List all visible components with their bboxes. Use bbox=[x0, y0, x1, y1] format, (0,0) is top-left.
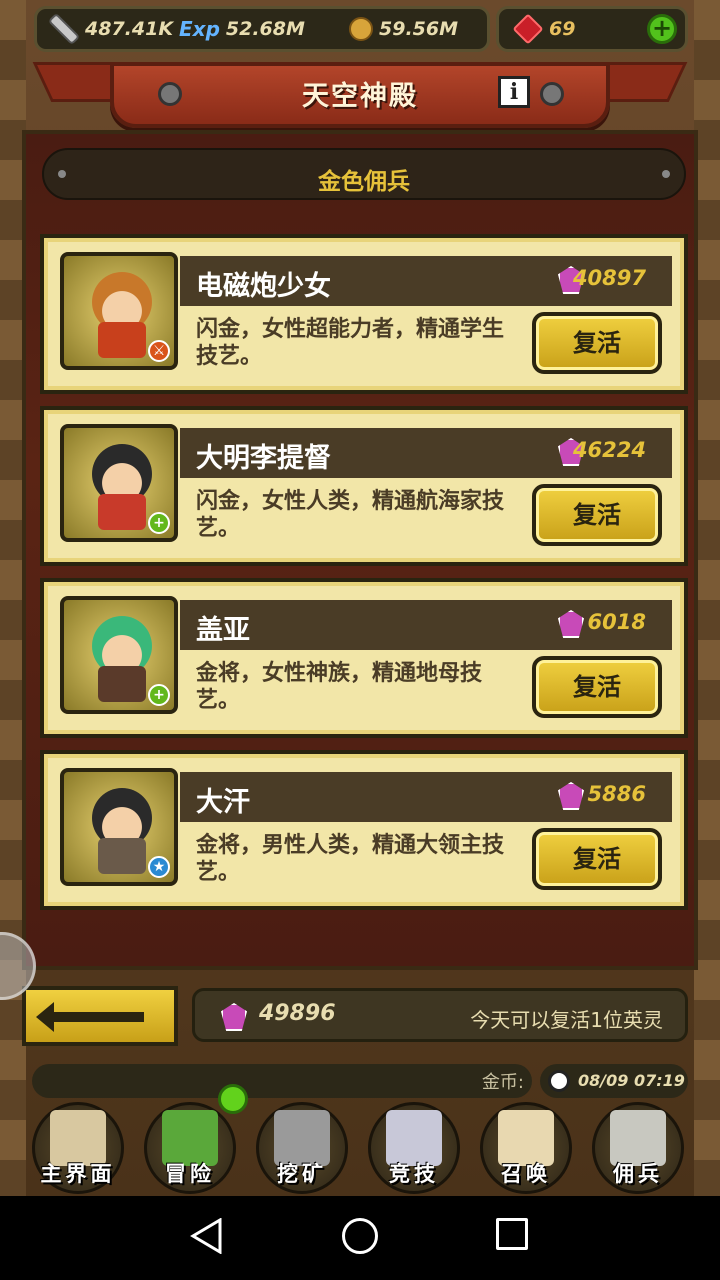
plus-badge-icon: + bbox=[148, 684, 170, 706]
hero-card: ★ 大汗 5886 金将，男性人类，精通大领主技艺。 复活 bbox=[40, 750, 688, 910]
nav-label: 召唤 bbox=[501, 1162, 551, 1186]
hero-name-bar: 大明李提督 46224 bbox=[180, 428, 672, 478]
nav-item[interactable]: 主界面 bbox=[22, 1096, 134, 1196]
gem-resource: 69 bbox=[512, 9, 576, 49]
coin-icon bbox=[349, 17, 373, 41]
hero-body bbox=[98, 666, 146, 702]
dot-icon bbox=[662, 170, 670, 178]
exp-resource: Exp 52.68M bbox=[179, 9, 305, 49]
nav-label: 冒险 bbox=[165, 1162, 215, 1186]
hero-name-bar: 大汗 5886 bbox=[180, 772, 672, 822]
plus-badge-icon: + bbox=[148, 512, 170, 534]
nav-item[interactable]: 佣兵 bbox=[582, 1096, 694, 1196]
nav-item[interactable]: 竞技 bbox=[358, 1096, 470, 1196]
gem-summary-bar: 49896 今天可以复活1位英灵 bbox=[192, 988, 688, 1042]
sword-icon bbox=[50, 15, 78, 43]
gold-label: 金币: bbox=[481, 1072, 524, 1093]
revive-cost: 46224 bbox=[572, 438, 646, 462]
nav-label: 挖矿 bbox=[277, 1162, 327, 1186]
hero-portrait[interactable]: ⚔ bbox=[60, 252, 178, 370]
hero-description: 闪金，女性人类，精通航海家技艺。 bbox=[196, 489, 505, 541]
hero-body bbox=[98, 838, 146, 874]
revive-button[interactable]: 复活 bbox=[532, 656, 662, 718]
hero-name-bar: 电磁炮少女 40897 bbox=[180, 256, 672, 306]
clock-icon bbox=[548, 1070, 570, 1092]
hero-name: 电磁炮少女 bbox=[196, 271, 331, 302]
exp-value: 52.68M bbox=[225, 18, 305, 40]
system-recents-icon[interactable] bbox=[496, 1218, 528, 1250]
hero-name: 大汗 bbox=[196, 787, 250, 818]
gold-value: 59.56M bbox=[379, 18, 459, 40]
purple-gem-icon bbox=[558, 782, 584, 810]
revive-button[interactable]: 复活 bbox=[532, 484, 662, 546]
back-arrow-icon bbox=[36, 1002, 144, 1032]
back-button[interactable] bbox=[22, 986, 178, 1046]
hero-card: + 盖亚 6018 金将，女性神族，精通地母技艺。 复活 bbox=[40, 578, 688, 738]
hero-portrait[interactable]: ★ bbox=[60, 768, 178, 886]
gold-strip: 金币: bbox=[32, 1064, 532, 1098]
revive-cost: 6018 bbox=[587, 610, 646, 634]
title-banner: 天空神殿 i bbox=[110, 62, 610, 128]
game-screen: 487.41K Exp 52.68M 59.56M 69 + 天空神殿 i 金色… bbox=[0, 0, 720, 1196]
system-back-icon[interactable] bbox=[190, 1218, 224, 1254]
rivet-icon bbox=[540, 82, 564, 106]
resource-bar: 487.41K Exp 52.68M 59.56M bbox=[34, 6, 490, 52]
red-gem-icon bbox=[512, 13, 544, 45]
star-badge-icon: ★ bbox=[148, 856, 170, 878]
nav-label: 竞技 bbox=[389, 1162, 439, 1186]
gold-resource: 59.56M bbox=[349, 9, 458, 49]
nav-item[interactable]: 挖矿 bbox=[246, 1096, 358, 1196]
hero-name-bar: 盖亚 6018 bbox=[180, 600, 672, 650]
hero-portrait[interactable]: + bbox=[60, 424, 178, 542]
revive-button[interactable]: 复活 bbox=[532, 828, 662, 890]
hero-body bbox=[98, 494, 146, 530]
revive-cost: 40897 bbox=[572, 266, 646, 290]
revive-limit-note: 今天可以复活1位英灵 bbox=[470, 1008, 663, 1032]
hero-description: 金将，男性人类，精通大领主技艺。 bbox=[196, 833, 505, 885]
gem-total: 49896 bbox=[259, 1001, 336, 1026]
clock-bar: 08/09 07:19 bbox=[540, 1064, 688, 1098]
category-title: 金色佣兵 bbox=[318, 169, 410, 195]
sword-badge-icon: ⚔ bbox=[148, 340, 170, 362]
nav-label: 主界面 bbox=[40, 1162, 116, 1186]
clock-time: 08/09 07:19 bbox=[578, 1071, 685, 1090]
hero-portrait[interactable]: + bbox=[60, 596, 178, 714]
revive-cost: 5886 bbox=[587, 782, 646, 806]
hero-description: 金将，女性神族，精通地母技艺。 bbox=[196, 661, 483, 713]
hero-body bbox=[98, 322, 146, 358]
page-title: 天空神殿 bbox=[302, 81, 418, 112]
hero-description: 闪金，女性超能力者，精通学生技艺。 bbox=[196, 317, 505, 369]
hero-list-panel: 金色佣兵 ⚔ 电磁炮少女 40897 闪金，女性超能力者，精通学生技艺。 复活 … bbox=[22, 130, 698, 970]
hero-card: ⚔ 电磁炮少女 40897 闪金，女性超能力者，精通学生技艺。 复活 bbox=[40, 234, 688, 394]
gem-value: 69 bbox=[549, 18, 576, 40]
system-nav-bar bbox=[0, 1196, 720, 1280]
notification-dot-icon bbox=[218, 1084, 248, 1114]
attack-value: 487.41K bbox=[85, 18, 174, 40]
revive-button[interactable]: 复活 bbox=[532, 312, 662, 374]
category-header: 金色佣兵 bbox=[42, 148, 686, 200]
purple-gem-icon bbox=[558, 610, 584, 638]
hero-name: 大明李提督 bbox=[196, 443, 331, 474]
nav-label: 佣兵 bbox=[613, 1162, 663, 1186]
bottom-nav: 主界面 冒险 挖矿 竞技 召唤 佣兵 bbox=[22, 1096, 698, 1196]
gem-resource-bar: 69 + bbox=[496, 6, 688, 52]
add-gems-button[interactable]: + bbox=[647, 14, 677, 44]
system-home-icon[interactable] bbox=[342, 1218, 378, 1254]
attack-resource: 487.41K bbox=[49, 9, 173, 49]
nav-item[interactable]: 召唤 bbox=[470, 1096, 582, 1196]
hero-card: + 大明李提督 46224 闪金，女性人类，精通航海家技艺。 复活 bbox=[40, 406, 688, 566]
info-button[interactable]: i bbox=[498, 76, 530, 108]
hero-name: 盖亚 bbox=[196, 615, 250, 646]
purple-gem-icon bbox=[221, 1003, 247, 1031]
exp-icon: Exp bbox=[179, 17, 220, 41]
